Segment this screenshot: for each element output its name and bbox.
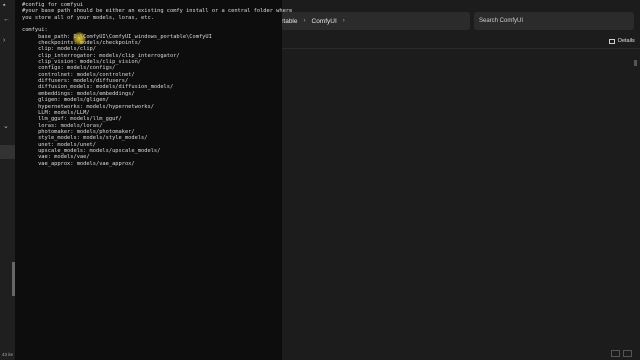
details-pane-icon bbox=[609, 38, 615, 44]
nav-selected-item[interactable] bbox=[0, 145, 15, 159]
chevron-right-icon: › bbox=[342, 18, 345, 24]
editor-line[interactable]: vae_approx: models/vae_approx/ bbox=[22, 161, 280, 167]
toolbar-divider bbox=[282, 48, 640, 49]
details-label: Details bbox=[618, 38, 635, 44]
search-input[interactable]: Search ComfyUI bbox=[474, 12, 634, 30]
navigation-pane: ▪ ← › ⌄ 43 ite bbox=[0, 0, 15, 360]
cursor-halo bbox=[73, 32, 86, 45]
text-editor[interactable]: #config for comfyui #your base path shoul… bbox=[15, 0, 292, 360]
view-toggle bbox=[611, 350, 638, 358]
address-bar[interactable]: portable › ComfyUI › bbox=[270, 12, 470, 30]
scrollbar-thumb[interactable] bbox=[634, 60, 637, 66]
breadcrumb-comfyui[interactable]: ComfyUI bbox=[308, 18, 341, 25]
nav-item-icon[interactable]: › bbox=[3, 37, 5, 44]
content-scrollbar[interactable] bbox=[632, 60, 638, 350]
app-icon: ▪ bbox=[3, 2, 6, 9]
item-count: 43 ite bbox=[2, 352, 14, 357]
details-button[interactable]: Details bbox=[609, 36, 635, 46]
nav-chevron-icon[interactable]: ⌄ bbox=[3, 122, 9, 130]
mouse-cursor-highlight bbox=[73, 32, 86, 46]
tile-view-icon[interactable] bbox=[623, 350, 632, 357]
back-arrow-icon[interactable]: ← bbox=[3, 16, 10, 23]
editor-line[interactable]: #your base path should be either an exis… bbox=[22, 8, 292, 14]
list-view-icon[interactable] bbox=[611, 350, 620, 357]
editor-content[interactable]: #config for comfyui #your base path shoul… bbox=[22, 2, 292, 167]
